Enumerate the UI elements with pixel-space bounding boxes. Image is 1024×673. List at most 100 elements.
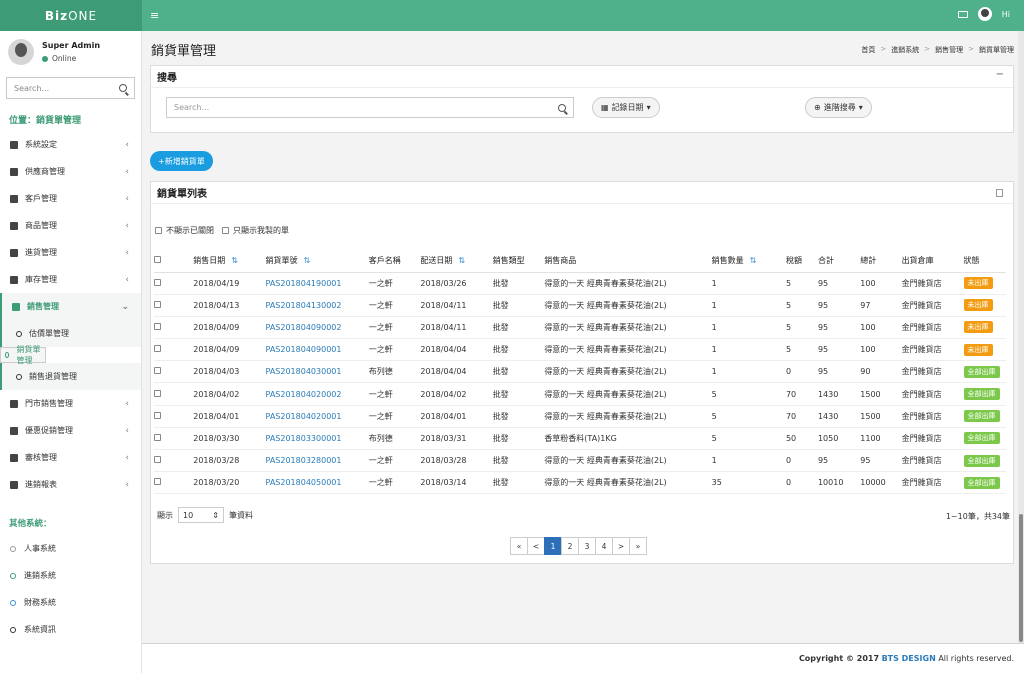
- order-number-link[interactable]: PAS201803280001: [266, 456, 342, 465]
- cell-no[interactable]: PAS201804030001: [265, 360, 369, 384]
- record-date-button[interactable]: ▦ 記錄日期 ▾: [592, 97, 660, 118]
- sidebar-item-3[interactable]: 商品管理 ‹: [0, 212, 141, 239]
- only-mine-checkbox[interactable]: [222, 227, 229, 234]
- page-button-2[interactable]: 1: [544, 537, 562, 555]
- order-number-link[interactable]: PAS201804090001: [266, 345, 342, 354]
- cell-no[interactable]: PAS201804130002: [265, 294, 369, 317]
- sort-icon[interactable]: ⇅: [231, 256, 238, 265]
- other-system-item-2[interactable]: 財務系統: [0, 589, 141, 616]
- table-row[interactable]: 2018/04/19 PAS201804190001 一之軒 2018/03/26 批發…: [154, 272, 1006, 295]
- page-button-0[interactable]: «: [510, 537, 528, 555]
- row-checkbox[interactable]: [154, 478, 161, 486]
- sidebar-item-7[interactable]: 門市銷售管理 ‹: [0, 390, 141, 417]
- page-button-1[interactable]: <: [527, 537, 545, 555]
- sidebar-item-4[interactable]: 進貨管理 ‹: [0, 239, 141, 266]
- sidebar-item-10[interactable]: 進銷報表 ‹: [0, 471, 141, 498]
- table-row[interactable]: 2018/04/03 PAS201804030001 布列德 2018/04/04 批發…: [154, 360, 1006, 384]
- sidebar-search-input[interactable]: Search...: [6, 77, 135, 99]
- table-row[interactable]: 2018/03/30 PAS201803300001 布列德 2018/03/31 批發…: [154, 427, 1006, 451]
- search-icon[interactable]: [558, 103, 566, 112]
- cell-no[interactable]: PAS201803300001: [265, 427, 369, 451]
- sort-icon[interactable]: ⇅: [458, 256, 465, 265]
- column-header[interactable]: 稅額: [785, 250, 818, 273]
- table-row[interactable]: 2018/04/13 PAS201804130002 一之軒 2018/04/11 批發…: [154, 294, 1006, 317]
- sort-icon[interactable]: ⇅: [304, 256, 311, 265]
- cell-no[interactable]: PAS201804050001: [265, 471, 369, 495]
- table-row[interactable]: 2018/03/20 PAS201804050001 一之軒 2018/03/14 批發…: [154, 471, 1006, 495]
- other-system-item-1[interactable]: 進銷系統: [0, 562, 141, 589]
- mail-icon[interactable]: [957, 10, 968, 18]
- table-row[interactable]: 2018/04/09 PAS201804090001 一之軒 2018/04/04 批發…: [154, 338, 1006, 362]
- column-header[interactable]: 銷貨單號 ⇅: [265, 250, 369, 273]
- menu-toggle-icon[interactable]: ≡: [150, 9, 159, 22]
- column-header[interactable]: 銷售數量 ⇅: [711, 250, 786, 273]
- row-checkbox[interactable]: [154, 300, 161, 308]
- row-checkbox[interactable]: [154, 456, 161, 464]
- sidebar-item-6[interactable]: 銷售管理 ⌄: [0, 293, 141, 320]
- select-all-checkbox[interactable]: [154, 256, 161, 264]
- app-logo[interactable]: Biz ONE: [0, 0, 142, 31]
- scrollbar-thumb[interactable]: [1019, 514, 1023, 642]
- row-checkbox[interactable]: [154, 345, 161, 353]
- order-number-link[interactable]: PAS201804090002: [266, 323, 342, 332]
- collapse-icon[interactable]: −: [996, 69, 1004, 80]
- sidebar-item-5[interactable]: 庫存管理 ‹: [0, 266, 141, 293]
- breadcrumb-item[interactable]: 進銷系統: [891, 45, 919, 55]
- order-number-link[interactable]: PAS201804190001: [266, 279, 342, 288]
- other-system-item-0[interactable]: 人事系統: [0, 535, 141, 562]
- page-button-3[interactable]: 2: [561, 537, 579, 555]
- advanced-search-button[interactable]: ⊕ 進階搜尋 ▾: [805, 97, 872, 118]
- sidebar-subitem-2[interactable]: 銷售退貨管理: [0, 363, 141, 390]
- order-number-link[interactable]: PAS201804030001: [266, 367, 342, 376]
- column-header[interactable]: 合計: [817, 250, 861, 273]
- sidebar-item-2[interactable]: 客戶管理 ‹: [0, 185, 141, 212]
- cell-no[interactable]: PAS201804020001: [265, 405, 369, 428]
- sidebar-item-8[interactable]: 優惠促銷管理 ‹: [0, 417, 141, 444]
- column-header[interactable]: 銷售類型: [492, 250, 545, 273]
- hide-closed-checkbox[interactable]: [155, 227, 162, 234]
- sidebar-subitem-1[interactable]: 銷貨單管理: [0, 345, 46, 365]
- sidebar-item-0[interactable]: 系統設定 ‹: [0, 131, 141, 158]
- row-checkbox[interactable]: [154, 389, 161, 397]
- column-header[interactable]: 總計: [860, 250, 902, 273]
- page-size-select[interactable]: 10 ⇕: [178, 507, 224, 523]
- document-icon[interactable]: [996, 189, 1003, 197]
- cell-no[interactable]: PAS201804090002: [265, 316, 369, 340]
- other-system-item-3[interactable]: 系統資訊: [0, 616, 141, 643]
- column-header[interactable]: 銷售商品: [544, 250, 712, 273]
- add-sales-order-button[interactable]: +新增銷貨單: [150, 151, 213, 171]
- table-row[interactable]: 2018/04/01 PAS201804020001 一之軒 2018/04/01 批發…: [154, 405, 1006, 428]
- column-header[interactable]: 銷售日期 ⇅: [193, 250, 266, 273]
- table-row[interactable]: 2018/03/28 PAS201803280001 一之軒 2018/03/28 批發…: [154, 449, 1006, 473]
- table-row[interactable]: 2018/04/09 PAS201804090002 一之軒 2018/04/11 批發…: [154, 316, 1006, 340]
- order-number-link[interactable]: PAS201804130002: [266, 301, 342, 310]
- cell-no[interactable]: PAS201804190001: [265, 272, 369, 295]
- order-number-link[interactable]: PAS201804050001: [266, 478, 342, 487]
- search-input[interactable]: Search...: [166, 97, 574, 118]
- breadcrumb-item[interactable]: 銷售管理: [935, 45, 963, 55]
- page-button-6[interactable]: >: [612, 537, 630, 555]
- order-number-link[interactable]: PAS201803300001: [266, 434, 342, 443]
- scrollbar[interactable]: [1018, 31, 1024, 643]
- sidebar-subitem-0[interactable]: 估價單管理: [0, 320, 141, 347]
- column-header[interactable]: 配送日期 ⇅: [420, 250, 493, 273]
- row-checkbox[interactable]: [154, 322, 161, 330]
- row-checkbox[interactable]: [154, 367, 161, 375]
- search-icon[interactable]: [119, 84, 127, 92]
- sort-icon[interactable]: ⇅: [750, 256, 757, 265]
- cell-no[interactable]: PAS201803280001: [265, 449, 369, 473]
- cell-no[interactable]: PAS201804020002: [265, 382, 369, 406]
- column-header[interactable]: 狀態: [963, 250, 1006, 273]
- row-checkbox[interactable]: [154, 278, 161, 286]
- order-number-link[interactable]: PAS201804020001: [266, 412, 342, 421]
- row-checkbox[interactable]: [154, 411, 161, 419]
- sidebar-item-1[interactable]: 供應商管理 ‹: [0, 158, 141, 185]
- order-number-link[interactable]: PAS201804020002: [266, 390, 342, 399]
- page-button-5[interactable]: 4: [595, 537, 613, 555]
- page-button-7[interactable]: »: [629, 537, 647, 555]
- sidebar-item-9[interactable]: 審核管理 ‹: [0, 444, 141, 471]
- column-header[interactable]: 客戶名稱: [368, 250, 421, 273]
- row-checkbox[interactable]: [154, 433, 161, 441]
- cell-no[interactable]: PAS201804090001: [265, 338, 369, 362]
- table-row[interactable]: 2018/04/02 PAS201804020002 一之軒 2018/04/02 批發…: [154, 382, 1006, 406]
